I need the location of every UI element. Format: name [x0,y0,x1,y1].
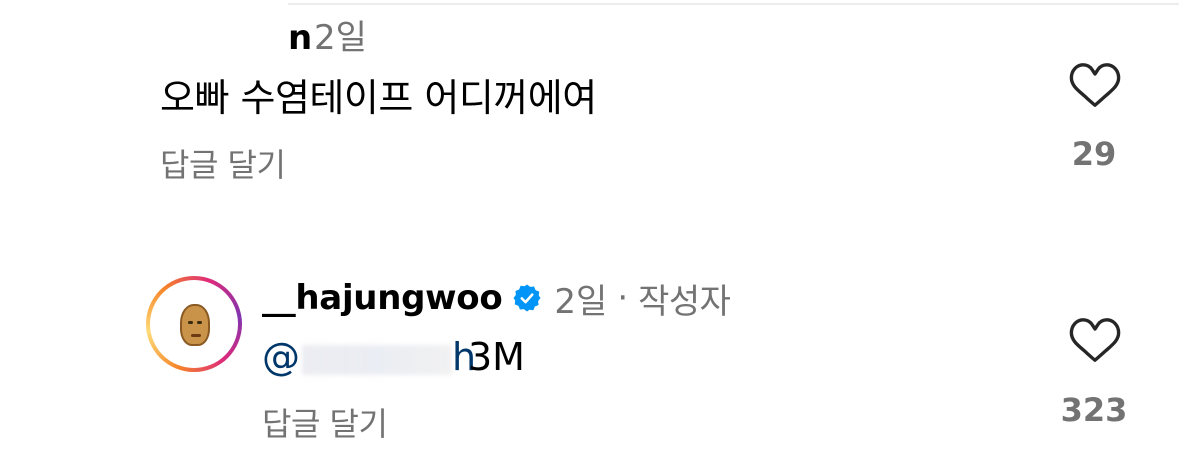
reply-button[interactable]: 답글 달기 [160,143,286,187]
reply-button-2[interactable]: 답글 달기 [262,402,388,446]
reply-header: __hajungwoo 2일 · 작성자 [262,276,731,322]
top-divider [288,3,1179,5]
mention-redacted [302,344,452,375]
avatar-image [150,280,238,368]
avatar[interactable] [146,276,242,372]
like-count-2: 323 [1060,391,1128,429]
comment-time: 2일 [314,18,367,58]
meta-separator: · [617,278,629,318]
comment-username[interactable]: n [288,16,312,60]
like-button-2[interactable] [1068,313,1122,367]
reply-username[interactable]: __hajungwoo [262,278,503,318]
comment-text: 오빠 수염테이프 어디꺼에여 [160,76,597,120]
mention-link[interactable]: @ h [262,333,476,381]
heart-outline-icon [1069,63,1121,108]
like-count: 29 [1071,135,1117,173]
face-illustration [180,304,210,346]
like-button[interactable] [1068,58,1122,112]
heart-outline-icon [1069,318,1121,363]
mention-prefix: @ [262,335,300,379]
reply-text: 3M [468,335,525,379]
verified-badge-icon [513,284,541,312]
author-badge: 작성자 [638,281,731,322]
reply-time: 2일 [554,281,608,322]
